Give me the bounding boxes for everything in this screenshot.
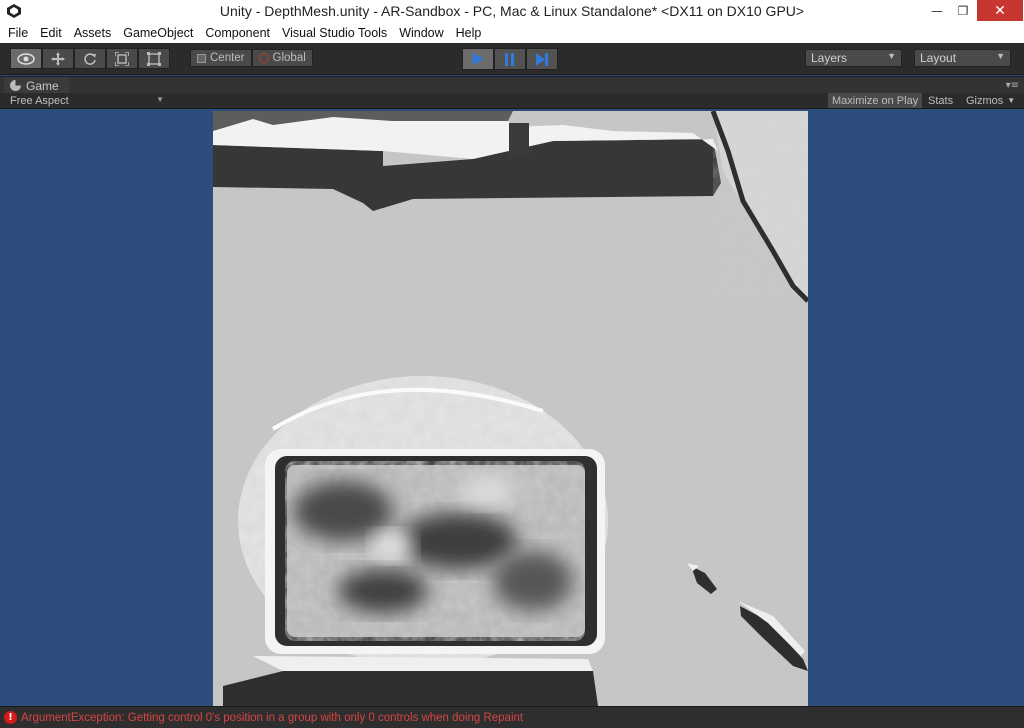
tab-game-label: Game (26, 78, 59, 93)
menu-window[interactable]: Window (393, 26, 449, 40)
step-icon (536, 52, 548, 66)
gizmos-dropdown[interactable]: Gizmos ▼ (962, 93, 1019, 108)
aspect-dropdown[interactable]: Free Aspect ▼ (4, 93, 166, 108)
chevron-down-icon: ▼ (1007, 96, 1016, 105)
rect-icon (147, 51, 161, 66)
chevron-down-icon: ▼ (887, 51, 896, 61)
transform-tools (10, 48, 170, 69)
move-icon (51, 51, 65, 66)
gizmos-label: Gizmos (966, 94, 1004, 107)
scale-tool-button[interactable] (106, 48, 138, 69)
aspect-label: Free Aspect (10, 94, 69, 107)
menu-edit[interactable]: Edit (34, 26, 68, 40)
play-controls (462, 48, 558, 70)
rotate-tool-button[interactable] (74, 48, 106, 69)
rotate-icon (84, 52, 96, 65)
layout-label: Layout (920, 51, 957, 65)
menu-assets[interactable]: Assets (68, 26, 118, 40)
layers-label: Layers (811, 51, 848, 65)
title-bar: Unity - DepthMesh.unity - AR-Sandbox - P… (0, 0, 1024, 23)
status-message: ArgumentException: Getting control 0's p… (21, 711, 524, 724)
menu-bar: File Edit Assets GameObject Component Vi… (0, 23, 1024, 43)
pause-button[interactable] (494, 48, 526, 70)
main-toolbar: Center Global Layers ▼ Layout ▼ (0, 43, 1024, 75)
menu-help[interactable]: Help (450, 26, 488, 40)
eye-icon (17, 52, 35, 65)
globe-icon (258, 53, 269, 63)
error-icon: ! (4, 711, 17, 724)
pivot-center-button[interactable]: Center (190, 49, 252, 67)
center-icon (197, 53, 206, 63)
move-tool-button[interactable] (42, 48, 74, 69)
menu-file[interactable]: File (2, 26, 34, 40)
layout-dropdown[interactable]: Layout ▼ (914, 49, 1011, 67)
maximize-on-play-toggle[interactable]: Maximize on Play (828, 93, 923, 108)
window-title: Unity - DepthMesh.unity - AR-Sandbox - P… (219, 3, 805, 19)
tab-game[interactable]: Game (4, 77, 69, 94)
game-tab-bar: Game ▾≡ (0, 76, 1024, 94)
pivot-global-label: Global (272, 52, 306, 64)
play-button[interactable] (462, 48, 494, 70)
rect-tool-button[interactable] (138, 48, 170, 69)
chevron-down-icon: ▼ (156, 95, 164, 104)
depth-mesh-render (213, 111, 808, 706)
menu-visual-studio-tools[interactable]: Visual Studio Tools (276, 26, 393, 40)
scale-icon (115, 51, 129, 66)
tab-menu-icon[interactable]: ▾≡ (1006, 80, 1019, 91)
pivot-global-button[interactable]: Global (251, 49, 313, 67)
game-viewport[interactable] (0, 109, 1024, 706)
menu-gameobject[interactable]: GameObject (117, 26, 199, 40)
minimize-button[interactable]: — (924, 0, 950, 21)
maximize-button[interactable]: ❐ (950, 0, 976, 21)
pivot-center-label: Center (210, 52, 245, 64)
layers-dropdown[interactable]: Layers ▼ (805, 49, 902, 67)
chevron-down-icon: ▼ (996, 51, 1005, 61)
game-view-toolbar: Free Aspect ▼ Maximize on Play Stats Giz… (0, 93, 1024, 109)
view-tool-button[interactable] (10, 48, 42, 69)
menu-component[interactable]: Component (199, 26, 276, 40)
step-button[interactable] (526, 48, 558, 70)
pivot-toggles: Center Global (190, 49, 313, 67)
close-button[interactable]: ✕ (977, 0, 1023, 21)
status-bar[interactable]: ! ArgumentException: Getting control 0's… (0, 706, 1024, 728)
stats-toggle[interactable]: Stats (924, 93, 957, 108)
play-icon (473, 53, 484, 65)
game-controller-icon (10, 80, 21, 91)
pause-icon (505, 52, 514, 66)
